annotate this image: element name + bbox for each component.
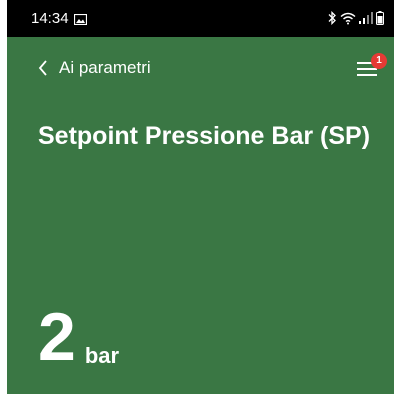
- setpoint-value: 2 bar: [38, 303, 119, 371]
- value-number: 2: [38, 299, 76, 375]
- status-time: 14:34: [31, 10, 69, 27]
- status-bar: 14:34: [7, 0, 394, 37]
- status-icons: [327, 10, 384, 26]
- bluetooth-icon: [327, 11, 337, 25]
- battery-icon: [376, 11, 384, 25]
- gallery-icon: [73, 12, 88, 26]
- notification-badge: 1: [371, 53, 387, 69]
- signal-icon: [359, 12, 373, 24]
- chevron-left-icon: [38, 60, 47, 76]
- menu-button[interactable]: 1: [357, 53, 389, 84]
- wifi-icon: [340, 12, 356, 25]
- value-unit: bar: [84, 343, 120, 368]
- back-button-label: Ai parametri: [59, 58, 151, 77]
- app-screen: 14:34 Ai parametri 1 Setpoint Pressione …: [7, 0, 394, 394]
- back-button[interactable]: Ai parametri: [37, 58, 151, 78]
- page-title: Setpoint Pressione Bar (SP): [38, 122, 371, 150]
